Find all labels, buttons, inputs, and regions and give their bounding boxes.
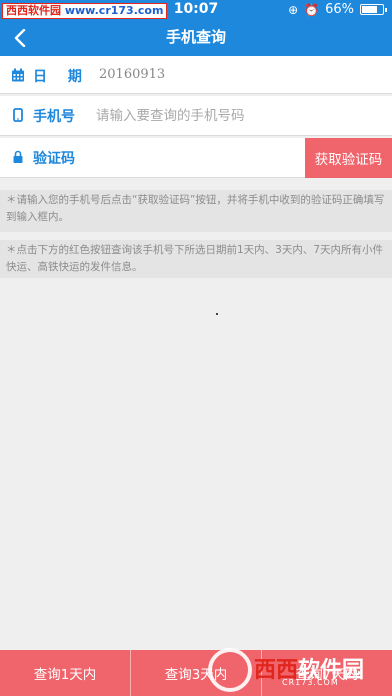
verification-code-row: 验证码 获取验证码 xyxy=(0,138,392,178)
navigation-bar: 手机查询 xyxy=(0,22,392,56)
brand-watermark-logo: 西西软件园 CR173.COM xyxy=(196,646,392,696)
tip-text-2: ＊点击下方的红色按钮查询该手机号下所选日期前1天内、3天内、7天内所有小件快运、… xyxy=(0,240,392,278)
calendar-icon xyxy=(12,68,24,82)
date-label: 日 期 xyxy=(33,69,90,85)
status-indicators: ⊕ ⏰ 66% xyxy=(288,2,387,17)
lock-icon xyxy=(13,150,23,163)
logo-ring-icon xyxy=(208,648,252,692)
alarm-icon: ⏰ xyxy=(304,2,320,17)
query-1-day-button[interactable]: 查询1天内 xyxy=(0,650,131,696)
get-verification-code-button[interactable]: 获取验证码 xyxy=(305,138,392,178)
stray-dot xyxy=(216,313,218,315)
date-value[interactable]: 20160913 xyxy=(99,67,165,82)
date-row: 日 期 20160913 xyxy=(0,56,392,94)
mobile-phone-icon xyxy=(13,108,23,122)
brand-logo-url: CR173.COM xyxy=(282,678,339,687)
status-bar: 西西软件园 www.cr173.com 10:07 ⊕ ⏰ 66% xyxy=(0,0,392,22)
battery-icon xyxy=(360,4,387,15)
page-title: 手机查询 xyxy=(165,28,226,46)
rotation-lock-icon: ⊕ xyxy=(288,2,299,17)
tip-text-1: ＊请输入您的手机号后点击“获取验证码”按钮，并将手机中收到的验证码正确填写到输入… xyxy=(0,190,392,232)
phone-input[interactable] xyxy=(96,104,376,128)
battery-percent: 66% xyxy=(325,2,354,17)
verification-code-input[interactable] xyxy=(96,146,296,170)
phone-label: 手机号 xyxy=(33,109,75,125)
phone-row: 手机号 xyxy=(0,96,392,136)
code-label: 验证码 xyxy=(33,151,75,167)
